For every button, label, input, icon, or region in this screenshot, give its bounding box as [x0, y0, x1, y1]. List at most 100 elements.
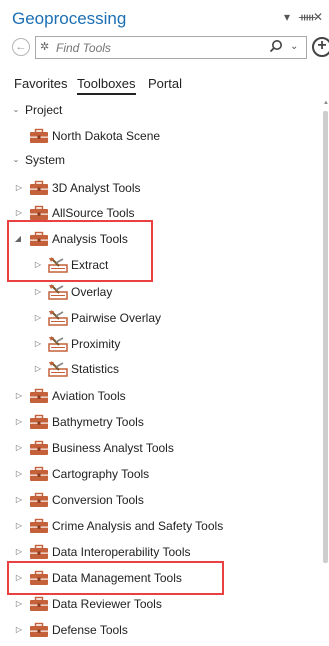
caret-right-icon[interactable]: ▷ [14, 390, 24, 402]
toolbox-icon [30, 544, 48, 559]
tree-label: Crime Analysis and Safety Tools [52, 519, 224, 533]
caret-right-icon[interactable]: ▷ [14, 520, 24, 532]
tree-node-allsource-tools[interactable]: ▷ AllSource Tools [0, 203, 322, 223]
search-options-icon: ✲ [40, 41, 50, 53]
caret-right-icon[interactable]: ▷ [14, 494, 24, 506]
tree-node-statistics[interactable]: ▷ Statistics [0, 359, 322, 379]
toolbox-icon [30, 440, 48, 455]
caret-right-icon[interactable]: ▷ [33, 312, 43, 324]
tree-node-north-dakota-scene[interactable]: North Dakota Scene [0, 126, 322, 146]
tree-node-system[interactable]: ⌄ System [0, 150, 322, 170]
toolbox-icon [30, 414, 48, 429]
caret-right-icon[interactable]: ▷ [33, 259, 43, 271]
toolbox-icon [30, 596, 48, 611]
add-button[interactable]: + [312, 37, 329, 57]
scroll-up-icon[interactable]: ▲ [323, 100, 329, 106]
tree-scrollbar[interactable]: ▲ [322, 97, 329, 646]
tree-node-cartography-tools[interactable]: ▷ Cartography Tools [0, 464, 322, 484]
pane-titlebar: Geoprocessing ▾ ᚔ ✕ [0, 0, 329, 34]
search-dropdown-icon[interactable]: ⌄ [290, 40, 298, 54]
tree-label: Extract [71, 258, 109, 272]
caret-right-icon[interactable]: ▷ [14, 624, 24, 636]
caret-right-icon[interactable]: ▷ [33, 338, 43, 350]
pane-title: Geoprocessing [12, 9, 127, 28]
scrollbar-thumb[interactable] [323, 111, 328, 563]
caret-right-icon[interactable]: ▷ [14, 468, 24, 480]
tree-label: Analysis Tools [52, 232, 128, 246]
toolbox-icon [30, 205, 48, 220]
tree-label: AllSource Tools [52, 206, 135, 220]
tree-node-aviation-tools[interactable]: ▷ Aviation Tools [0, 386, 322, 406]
toolbox-icon [30, 570, 48, 585]
tree-label: Business Analyst Tools [52, 441, 174, 455]
tree-node-overlay[interactable]: ▷ Overlay [0, 282, 322, 302]
tree-label: Bathymetry Tools [52, 415, 144, 429]
caret-right-icon[interactable]: ▷ [14, 416, 24, 428]
tree-node-data-reviewer-tools[interactable]: ▷ Data Reviewer Tools [0, 594, 322, 614]
toolbox-icon [30, 128, 48, 143]
tree-node-data-management-tools[interactable]: ▷ Data Management Tools [0, 568, 322, 588]
tree-node-proximity[interactable]: ▷ Proximity [0, 334, 322, 354]
toolbox-icon [30, 231, 48, 246]
search-row: ← ✲ ⌄ + [0, 36, 329, 60]
pane-menu-icon[interactable]: ▾ [284, 11, 290, 23]
caret-right-icon[interactable]: ▷ [14, 182, 24, 194]
search-input[interactable] [56, 39, 256, 56]
close-icon[interactable]: ✕ [313, 11, 323, 23]
toolset-icon [48, 361, 68, 377]
caret-down-icon[interactable]: ⌄ [11, 104, 21, 116]
caret-right-icon[interactable]: ▷ [14, 207, 24, 219]
tree-node-defense-tools[interactable]: ▷ Defense Tools [0, 620, 322, 640]
tree-label: Project [25, 103, 63, 117]
tree-label: Data Interoperability Tools [52, 545, 191, 559]
tree-label: 3D Analyst Tools [52, 181, 141, 195]
tab-favorites[interactable]: Favorites [14, 76, 67, 92]
tree-label: Pairwise Overlay [71, 311, 162, 325]
tree-node-business-analyst-tools[interactable]: ▷ Business Analyst Tools [0, 438, 322, 458]
search-box[interactable]: ✲ ⌄ [35, 36, 307, 59]
tree-label: System [25, 153, 66, 167]
caret-right-icon[interactable]: ▷ [14, 572, 24, 584]
tree-label: Aviation Tools [52, 389, 126, 403]
toolbox-icon [30, 388, 48, 403]
toolset-icon [48, 284, 68, 300]
tree-node-project[interactable]: ⌄ Project [0, 100, 322, 120]
tree-node-analysis-tools[interactable]: ◢ Analysis Tools [0, 229, 322, 249]
tree-label: Proximity [71, 337, 121, 351]
tree-label: Data Management Tools [52, 571, 182, 585]
tab-bar: Favorites Toolboxes Portal [0, 74, 329, 96]
search-icon[interactable] [268, 38, 284, 56]
tree-label: Overlay [71, 285, 113, 299]
tree-node-extract[interactable]: ▷ Extract [0, 255, 322, 275]
tree-label: Data Reviewer Tools [52, 597, 162, 611]
toolset-icon [48, 310, 68, 326]
tab-toolboxes[interactable]: Toolboxes [77, 76, 136, 95]
tree-node-crime-analysis-and-safety-tools[interactable]: ▷ Crime Analysis and Safety Tools [0, 516, 322, 536]
caret-down-icon[interactable]: ⌄ [11, 154, 21, 166]
tree-node-bathymetry-tools[interactable]: ▷ Bathymetry Tools [0, 412, 322, 432]
tree-label: North Dakota Scene [52, 129, 161, 143]
tree-label: Statistics [71, 362, 120, 376]
caret-expanded-icon[interactable]: ◢ [13, 233, 23, 245]
caret-right-icon[interactable]: ▷ [14, 442, 24, 454]
caret-right-icon[interactable]: ▷ [33, 286, 43, 298]
tab-portal[interactable]: Portal [148, 76, 182, 92]
back-button[interactable]: ← [12, 38, 30, 56]
tree-node-conversion-tools[interactable]: ▷ Conversion Tools [0, 490, 322, 510]
caret-right-icon[interactable]: ▷ [14, 546, 24, 558]
toolbox-icon [30, 466, 48, 481]
caret-right-icon[interactable]: ▷ [14, 598, 24, 610]
toolbox-icon [30, 492, 48, 507]
caret-right-icon[interactable]: ▷ [33, 363, 43, 375]
toolset-icon [48, 257, 68, 273]
tree-node-data-interoperability-tools[interactable]: ▷ Data Interoperability Tools [0, 542, 322, 562]
toolbox-icon [30, 180, 48, 195]
tree-node-3d-analyst-tools[interactable]: ▷ 3D Analyst Tools [0, 178, 322, 198]
toolbox-icon [30, 518, 48, 533]
tree-label: Cartography Tools [52, 467, 150, 481]
tree-label: Conversion Tools [52, 493, 144, 507]
tree-node-pairwise-overlay[interactable]: ▷ Pairwise Overlay [0, 308, 322, 328]
toolset-icon [48, 336, 68, 352]
toolbox-icon [30, 622, 48, 637]
tree-label: Defense Tools [52, 623, 128, 637]
